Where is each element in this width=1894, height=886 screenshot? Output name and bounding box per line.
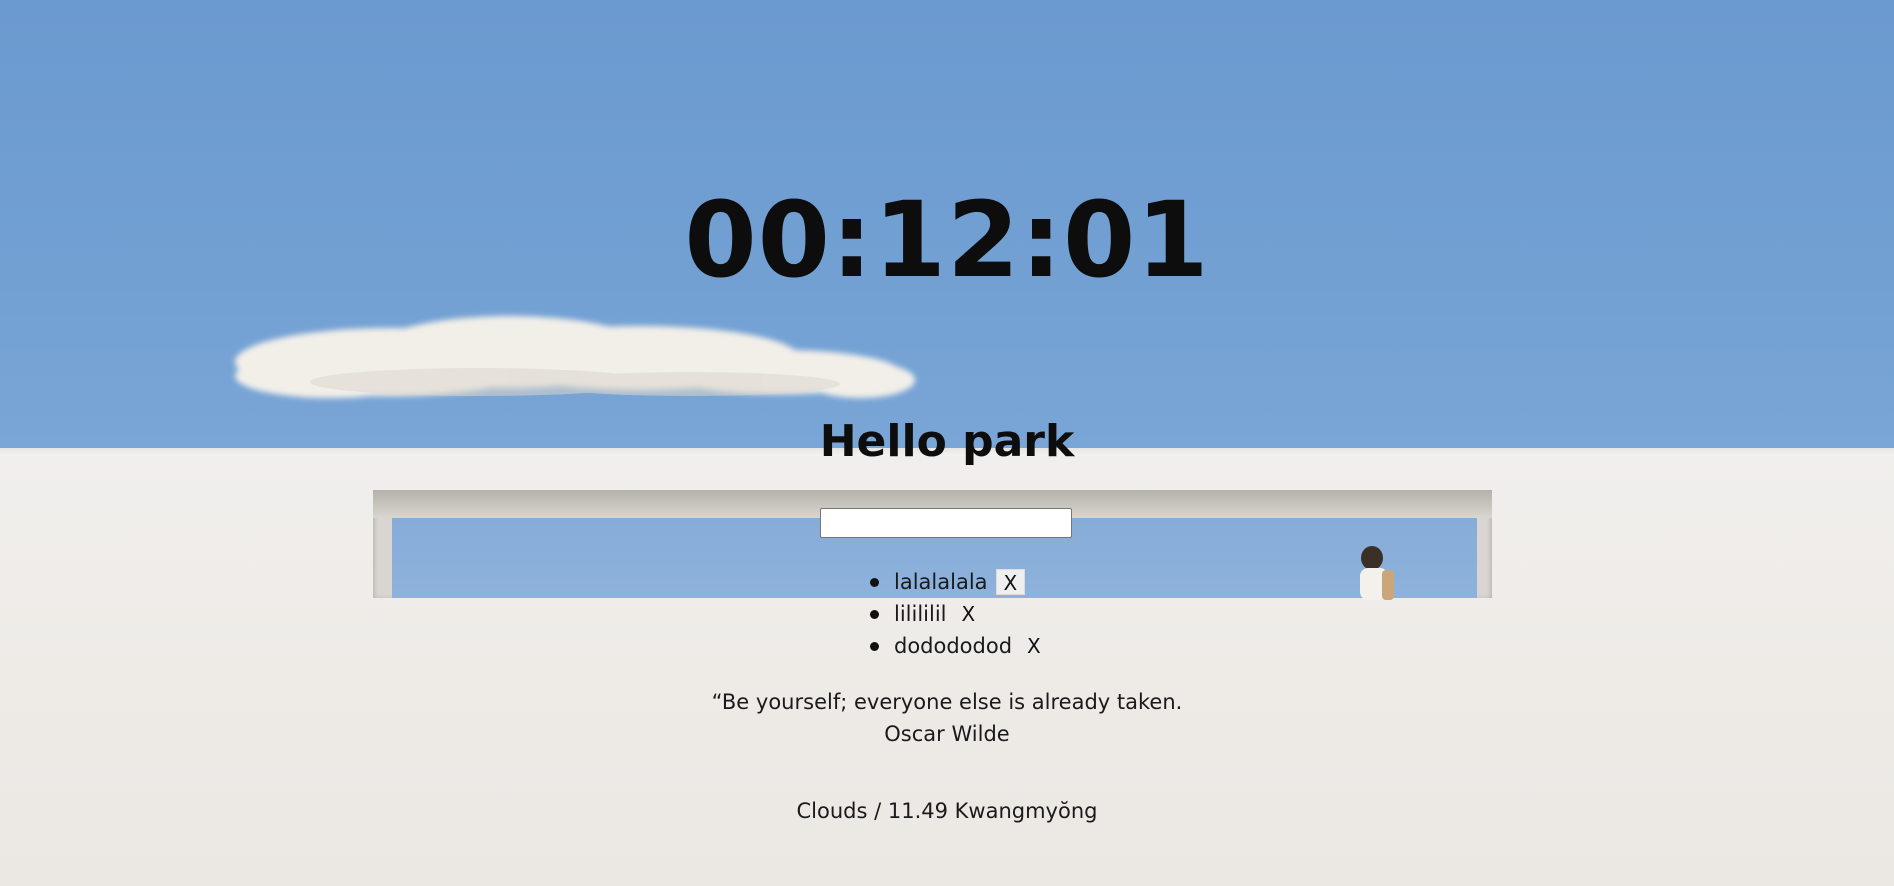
- delete-todo-button[interactable]: X: [1020, 633, 1048, 659]
- todo-item-label: dodododod: [894, 634, 1013, 658]
- todo-input[interactable]: [820, 508, 1072, 538]
- todo-list: lalalalala X lilililil X dodododod X: [870, 566, 1048, 662]
- bullet-icon: [870, 577, 879, 587]
- quote-author: Oscar Wilde: [884, 722, 1010, 746]
- weather-info: Clouds / 11.49 Kwangmyŏng: [796, 799, 1098, 823]
- todo-item-label: lilililil: [894, 602, 947, 626]
- bullet-icon: [870, 641, 879, 651]
- delete-todo-button[interactable]: X: [995, 569, 1026, 595]
- delete-todo-button[interactable]: X: [955, 601, 983, 627]
- todo-item: dodododod X: [870, 630, 1048, 662]
- quote-text: “Be yourself; everyone else is already t…: [711, 690, 1183, 714]
- todo-item-label: lalalalala: [894, 570, 988, 594]
- main-content: 00:12:01 Hello park lalalalala X lililil…: [0, 0, 1894, 886]
- todo-item: lilililil X: [870, 598, 1048, 630]
- todo-item: lalalalala X: [870, 566, 1048, 598]
- greeting-title: Hello park: [819, 416, 1075, 467]
- bullet-icon: [870, 609, 879, 619]
- clock: 00:12:01: [684, 179, 1210, 301]
